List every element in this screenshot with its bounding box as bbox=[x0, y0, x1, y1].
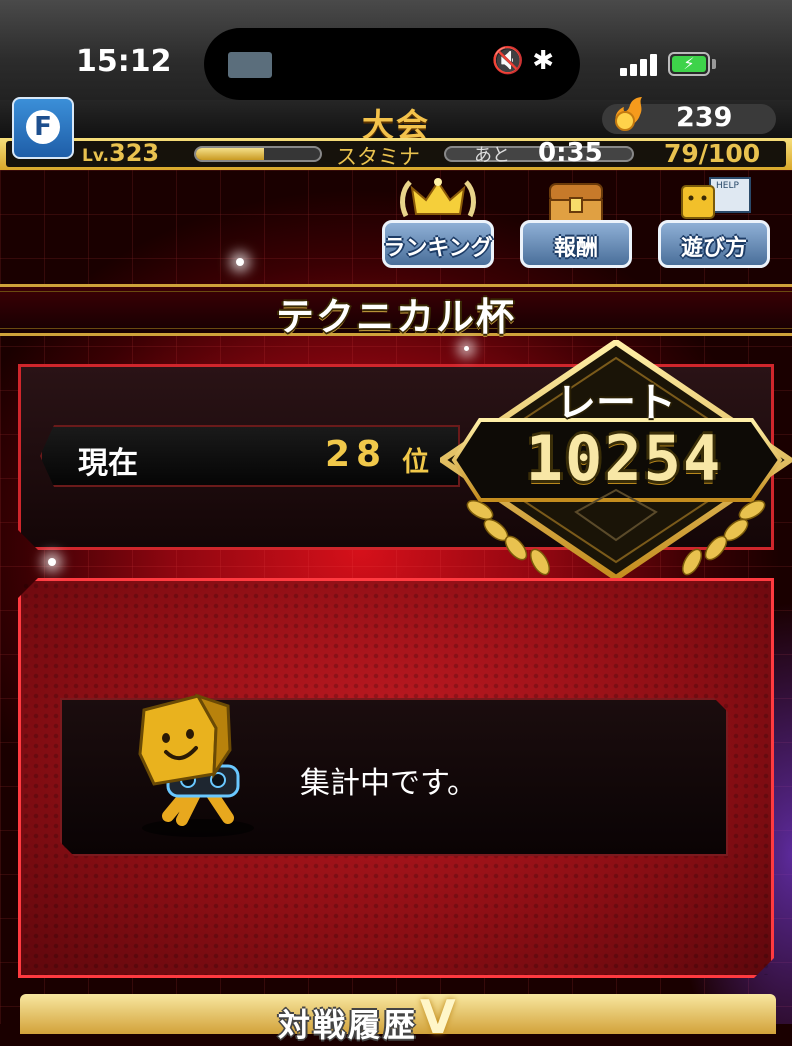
battery-charging-icon: ⚡ bbox=[672, 56, 706, 72]
how-to-play-label: 遊び方 bbox=[680, 236, 747, 261]
rate-value: 10254 bbox=[525, 422, 723, 495]
status-bar: 15:12 🔇 ✱ ⚡ bbox=[0, 0, 792, 100]
media-thumbnail bbox=[228, 52, 272, 78]
current-rank-label: 現在 bbox=[78, 446, 138, 481]
tournament-name: テクニカル杯 bbox=[275, 295, 516, 339]
stamina-timer: 0:35 bbox=[538, 138, 603, 168]
level-progress-bar bbox=[194, 146, 322, 162]
player-level: Lv.323 bbox=[82, 139, 160, 167]
reward-button[interactable]: 報酬 bbox=[516, 176, 636, 268]
status-time: 15:12 bbox=[76, 44, 172, 79]
rate-label: レート bbox=[556, 380, 676, 426]
mute-bluetooth-icon: 🔇 ✱ bbox=[491, 46, 554, 76]
ranking-label: ランキング bbox=[383, 236, 493, 261]
menu-f-icon[interactable]: F bbox=[12, 97, 74, 159]
sparkle-effect bbox=[48, 558, 56, 566]
coin-value: 239 bbox=[676, 102, 733, 133]
rank-unit: 位 bbox=[402, 447, 429, 478]
sparkle-effect bbox=[236, 258, 244, 266]
v-emblem-icon: V bbox=[420, 990, 456, 1044]
match-history-label: 対戦履歴 bbox=[278, 1006, 419, 1044]
battery-tip bbox=[712, 59, 716, 69]
svg-text:HELP: HELP bbox=[716, 181, 739, 191]
stamina-label: スタミナ bbox=[336, 145, 420, 169]
mascot-icon bbox=[138, 693, 254, 837]
reward-label: 報酬 bbox=[553, 236, 598, 261]
sparkle-effect bbox=[464, 346, 469, 351]
ranking-button[interactable]: ランキング bbox=[378, 176, 498, 268]
stamina-remaining-label: あと bbox=[474, 145, 510, 166]
message-text: 集計中です。 bbox=[300, 766, 477, 801]
battery-icon: ⚡ bbox=[668, 52, 710, 76]
stamina-value: 79/100 bbox=[664, 139, 761, 168]
cellular-signal-icon bbox=[620, 54, 660, 76]
how-to-play-button[interactable]: HELP 遊び方 bbox=[654, 176, 774, 268]
fire-coin-icon bbox=[615, 97, 642, 131]
dynamic-island[interactable]: 🔇 ✱ bbox=[204, 28, 580, 100]
current-rank-value: 28 bbox=[325, 434, 388, 475]
